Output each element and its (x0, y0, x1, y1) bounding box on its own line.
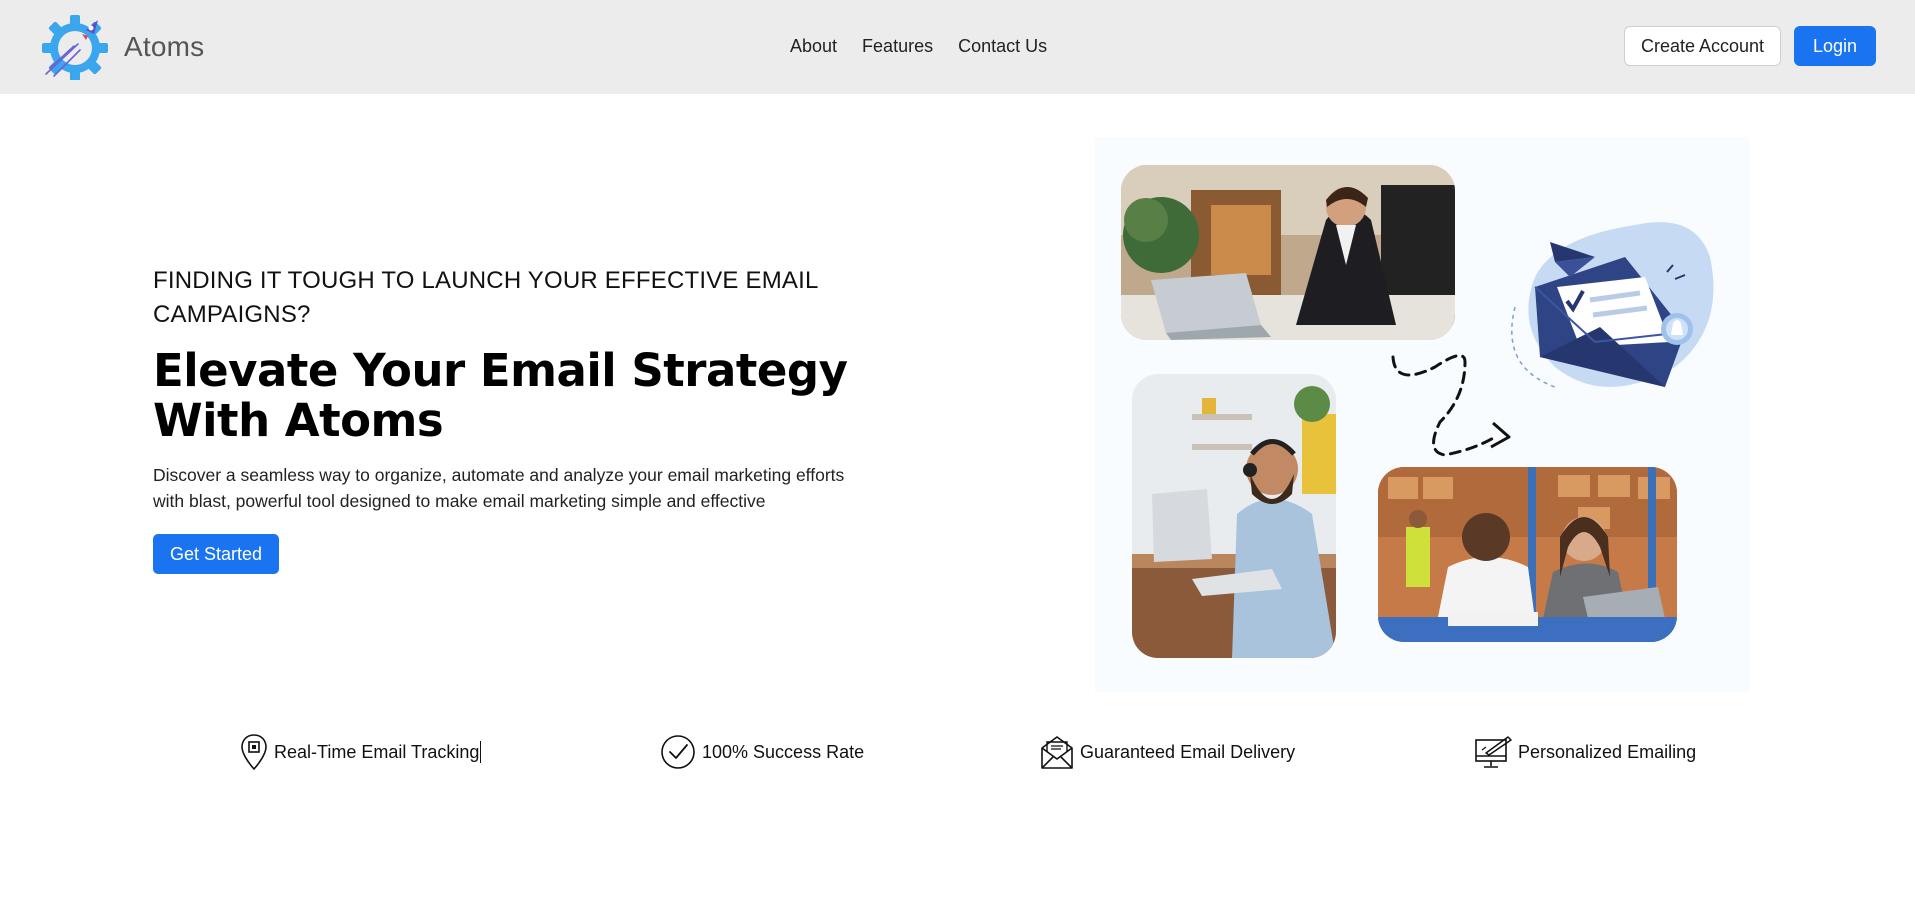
login-button[interactable]: Login (1794, 26, 1876, 66)
get-started-button[interactable]: Get Started (153, 534, 279, 574)
features-strip: Real-Time Email Tracking 100% Success Ra… (0, 730, 1915, 774)
hero-headline: Elevate Your Email Strategy With Atoms (153, 344, 848, 447)
location-pin-icon (241, 734, 267, 771)
top-navbar: Atoms About Features Contact Us Create A… (0, 0, 1915, 94)
hero-section: FINDING IT TOUGH TO LAUNCH YOUR EFFECTIV… (153, 264, 853, 574)
main-nav: About Features Contact Us (790, 33, 1047, 59)
feature-item: Guaranteed Email Delivery (1040, 730, 1295, 774)
feature-item: Personalized Emailing (1474, 730, 1696, 774)
gear-rocket-logo-icon (42, 15, 108, 80)
check-circle-icon (661, 735, 695, 769)
open-envelope-icon (1041, 736, 1073, 769)
monitor-pen-icon (1475, 736, 1512, 768)
brand-home-link[interactable]: Atoms (40, 14, 204, 80)
nav-link-about[interactable]: About (790, 33, 837, 59)
dashed-arrow-doodle (1391, 354, 1511, 457)
brand-name: Atoms (124, 31, 205, 62)
office-worker-photo (1121, 165, 1455, 340)
hero-illustration (1095, 137, 1750, 692)
feature-label-real-time-tracking: Real-Time Email Tracking (274, 741, 480, 762)
feature-label-success-rate: 100% Success Rate (702, 741, 865, 762)
feature-label-guaranteed-delivery: Guaranteed Email Delivery (1080, 741, 1296, 762)
text-cursor (480, 741, 482, 763)
nav-link-features[interactable]: Features (862, 33, 933, 59)
feature-item: Real-Time Email Tracking (240, 730, 482, 774)
feature-item: 100% Success Rate (660, 730, 864, 774)
hero-eyebrow: FINDING IT TOUGH TO LAUNCH YOUR EFFECTIV… (153, 267, 818, 328)
create-account-button[interactable]: Create Account (1624, 26, 1781, 66)
support-agent-photo (1132, 374, 1336, 658)
hero-description: Discover a seamless way to organize, aut… (153, 465, 845, 511)
feature-label-personalized-emailing: Personalized Emailing (1518, 741, 1697, 762)
nav-link-contact-us[interactable]: Contact Us (958, 33, 1047, 59)
warehouse-team-photo (1378, 467, 1677, 642)
